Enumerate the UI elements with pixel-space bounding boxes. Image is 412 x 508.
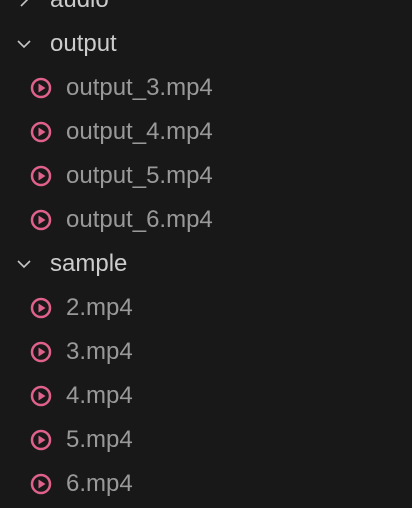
chevron-down-icon (17, 260, 31, 269)
file-label: 2.mp4 (66, 294, 133, 321)
file-label: output_6.mp4 (66, 206, 213, 233)
video-file-icon (30, 297, 52, 319)
file-item[interactable]: output_6.mp4 (0, 198, 412, 242)
folder-output[interactable]: output (0, 22, 412, 66)
file-label: 4.mp4 (66, 382, 133, 409)
video-file-icon (30, 341, 52, 363)
folder-label: audio (50, 0, 109, 14)
video-file-icon (30, 77, 52, 99)
video-file-icon (30, 473, 52, 495)
file-item[interactable]: 3.mp4 (0, 330, 412, 374)
file-label: output_4.mp4 (66, 118, 213, 145)
folder-label: sample (50, 250, 128, 277)
chevron-down-icon (17, 40, 31, 49)
video-file-icon (30, 121, 52, 143)
chevron-right-icon (20, 0, 29, 7)
folder-sample[interactable]: sample (0, 242, 412, 286)
file-label: output_3.mp4 (66, 74, 213, 101)
file-item[interactable]: output_5.mp4 (0, 154, 412, 198)
video-file-icon (30, 385, 52, 407)
file-item[interactable]: output_4.mp4 (0, 110, 412, 154)
folder-audio[interactable]: audio (0, 0, 412, 22)
file-label: 6.mp4 (66, 470, 133, 497)
folder-label: output (50, 30, 117, 57)
video-file-icon (30, 209, 52, 231)
file-item[interactable]: output_3.mp4 (0, 66, 412, 110)
file-label: 5.mp4 (66, 426, 133, 453)
video-file-icon (30, 429, 52, 451)
file-explorer-tree: audio output output_3.mp4 output_4.mp4 o… (0, 0, 412, 506)
file-label: output_5.mp4 (66, 162, 213, 189)
file-item[interactable]: 5.mp4 (0, 418, 412, 462)
file-item[interactable]: 4.mp4 (0, 374, 412, 418)
video-file-icon (30, 165, 52, 187)
file-label: 3.mp4 (66, 338, 133, 365)
file-item[interactable]: 6.mp4 (0, 462, 412, 506)
file-item[interactable]: 2.mp4 (0, 286, 412, 330)
